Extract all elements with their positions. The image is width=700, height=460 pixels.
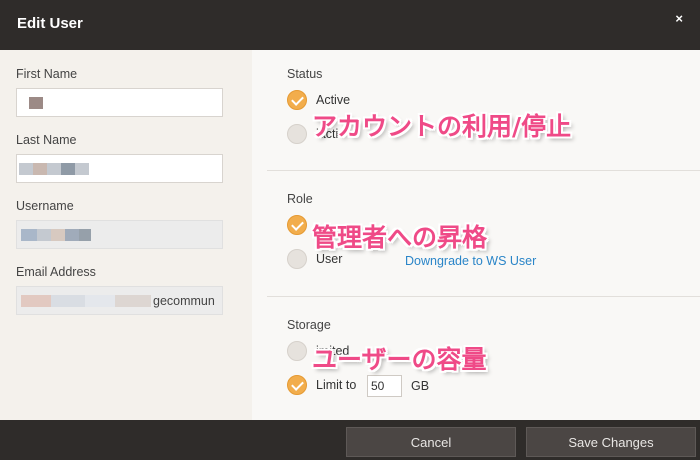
redacted-text xyxy=(79,229,91,241)
redacted-text xyxy=(37,229,51,241)
redacted-text xyxy=(65,229,79,241)
radio-empty-icon xyxy=(287,341,307,361)
storage-unit-label: GB xyxy=(411,379,430,393)
email-field: gecommun xyxy=(16,286,223,315)
storage-label: Storage xyxy=(287,318,331,332)
redacted-text xyxy=(115,295,151,307)
redacted-text xyxy=(21,229,37,241)
close-icon[interactable]: × xyxy=(675,11,683,26)
downgrade-link[interactable]: Downgrade to WS User xyxy=(405,254,536,268)
role-user-label: User xyxy=(316,252,343,266)
check-icon xyxy=(287,215,307,235)
divider xyxy=(267,170,700,171)
radio-empty-icon xyxy=(287,124,307,144)
storage-limit-radio[interactable]: Limit to xyxy=(287,374,356,396)
check-icon xyxy=(287,90,307,110)
dialog-footer: Cancel Save Changes xyxy=(0,420,700,460)
redacted-text xyxy=(21,295,51,307)
redacted-text xyxy=(61,163,75,175)
redacted-text xyxy=(51,295,85,307)
first-name-field[interactable] xyxy=(16,88,223,117)
username-label: Username xyxy=(16,199,74,213)
edit-user-dialog: Edit User × First Name Last Name Usernam… xyxy=(0,0,700,460)
annotation-status: アカウントの利用/停止 xyxy=(312,112,572,141)
redacted-text xyxy=(85,295,115,307)
dialog-titlebar: Edit User × xyxy=(0,0,700,50)
check-icon xyxy=(287,375,307,395)
redacted-text xyxy=(51,229,65,241)
last-name-field[interactable] xyxy=(16,154,223,183)
redacted-text xyxy=(75,163,89,175)
role-admin-radio[interactable] xyxy=(287,214,307,236)
radio-empty-icon xyxy=(287,249,307,269)
redacted-text xyxy=(33,163,47,175)
email-label: Email Address xyxy=(16,265,96,279)
redacted-text xyxy=(29,97,43,109)
storage-limit-input[interactable] xyxy=(367,375,402,397)
storage-limit-label: Limit to xyxy=(316,378,357,392)
email-value-tail: gecommun xyxy=(153,294,215,308)
cancel-button[interactable]: Cancel xyxy=(346,427,516,457)
last-name-label: Last Name xyxy=(16,133,77,147)
divider xyxy=(267,296,700,297)
status-active-label: Active xyxy=(316,93,351,107)
annotation-role: 管理者への昇格 xyxy=(312,223,488,252)
redacted-text xyxy=(19,163,33,175)
first-name-label: First Name xyxy=(16,67,78,81)
username-field xyxy=(16,220,223,249)
dialog-title: Edit User xyxy=(17,15,83,32)
status-label: Status xyxy=(287,67,323,81)
role-label: Role xyxy=(287,192,313,206)
annotation-storage: ユーザーの容量 xyxy=(312,345,487,374)
save-changes-button[interactable]: Save Changes xyxy=(526,427,696,457)
redacted-text xyxy=(47,163,61,175)
